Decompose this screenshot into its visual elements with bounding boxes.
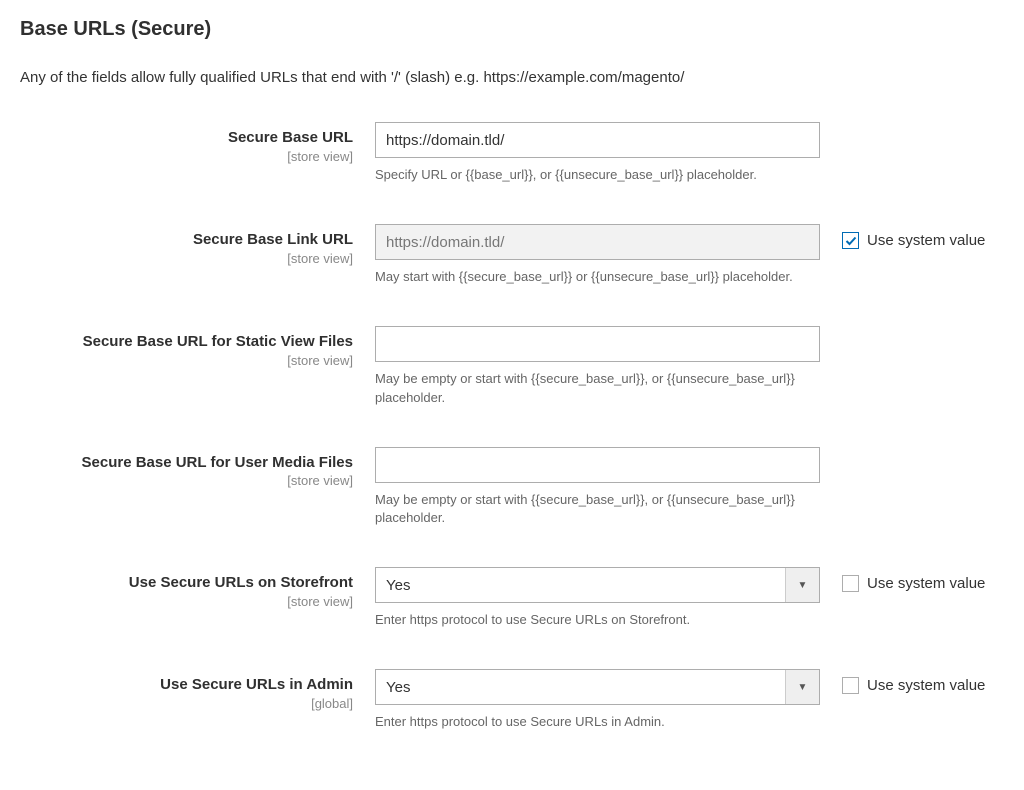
field-note: Enter https protocol to use Secure URLs … — [375, 713, 820, 731]
control-col: May be empty or start with {{secure_base… — [375, 447, 820, 527]
field-use-secure-admin: Use Secure URLs in Admin [global] Yes ▼ … — [20, 669, 1004, 731]
use-system-value-wrap: Use system value — [820, 567, 985, 592]
secure-base-media-input[interactable] — [375, 447, 820, 483]
use-system-value-checkbox[interactable] — [842, 677, 859, 694]
field-note: May be empty or start with {{secure_base… — [375, 370, 820, 406]
field-scope: [store view] — [20, 353, 353, 368]
use-secure-storefront-select[interactable]: Yes ▼ — [375, 567, 820, 603]
control-col: May be empty or start with {{secure_base… — [375, 326, 820, 406]
use-system-value-label: Use system value — [867, 677, 985, 694]
chevron-down-icon: ▼ — [785, 670, 819, 704]
use-system-value-checkbox[interactable] — [842, 575, 859, 592]
field-scope: [store view] — [20, 594, 353, 609]
control-col: Yes ▼ Enter https protocol to use Secure… — [375, 669, 820, 731]
field-label: Secure Base Link URL — [20, 230, 353, 250]
field-scope: [global] — [20, 696, 353, 711]
secure-base-url-input[interactable] — [375, 122, 820, 158]
use-system-value-checkbox[interactable] — [842, 232, 859, 249]
control-col: Yes ▼ Enter https protocol to use Secure… — [375, 567, 820, 629]
control-col: Specify URL or {{base_url}}, or {{unsecu… — [375, 122, 820, 184]
control-col: May start with {{secure_base_url}} or {{… — [375, 224, 820, 286]
field-label: Secure Base URL for Static View Files — [20, 332, 353, 352]
field-note: Enter https protocol to use Secure URLs … — [375, 611, 820, 629]
label-col: Secure Base URL for User Media Files [st… — [20, 447, 375, 489]
field-secure-base-media: Secure Base URL for User Media Files [st… — [20, 447, 1004, 527]
field-scope: [store view] — [20, 251, 353, 266]
check-icon — [845, 235, 857, 247]
secure-base-link-url-input — [375, 224, 820, 260]
select-value: Yes — [376, 679, 785, 696]
secure-base-static-input[interactable] — [375, 326, 820, 362]
field-secure-base-url: Secure Base URL [store view] Specify URL… — [20, 122, 1004, 184]
field-secure-base-link-url: Secure Base Link URL [store view] May st… — [20, 224, 1004, 286]
label-col: Use Secure URLs in Admin [global] — [20, 669, 375, 711]
field-use-secure-storefront: Use Secure URLs on Storefront [store vie… — [20, 567, 1004, 629]
field-label: Use Secure URLs in Admin — [20, 675, 353, 695]
field-note: Specify URL or {{base_url}}, or {{unsecu… — [375, 166, 820, 184]
chevron-down-icon: ▼ — [785, 568, 819, 602]
use-system-value-wrap: Use system value — [820, 669, 985, 694]
label-col: Secure Base URL for Static View Files [s… — [20, 326, 375, 368]
field-secure-base-static: Secure Base URL for Static View Files [s… — [20, 326, 1004, 406]
use-system-value-label: Use system value — [867, 575, 985, 592]
field-note: May start with {{secure_base_url}} or {{… — [375, 268, 820, 286]
use-system-value-wrap: Use system value — [820, 224, 985, 249]
use-system-value-label: Use system value — [867, 232, 985, 249]
field-note: May be empty or start with {{secure_base… — [375, 491, 820, 527]
field-label: Secure Base URL for User Media Files — [20, 453, 353, 473]
field-scope: [store view] — [20, 149, 353, 164]
label-col: Secure Base URL [store view] — [20, 122, 375, 164]
select-value: Yes — [376, 577, 785, 594]
field-scope: [store view] — [20, 473, 353, 488]
field-label: Use Secure URLs on Storefront — [20, 573, 353, 593]
use-secure-admin-select[interactable]: Yes ▼ — [375, 669, 820, 705]
field-label: Secure Base URL — [20, 128, 353, 148]
label-col: Secure Base Link URL [store view] — [20, 224, 375, 266]
section-description: Any of the fields allow fully qualified … — [20, 69, 1004, 86]
label-col: Use Secure URLs on Storefront [store vie… — [20, 567, 375, 609]
section-title: Base URLs (Secure) — [20, 18, 1004, 41]
